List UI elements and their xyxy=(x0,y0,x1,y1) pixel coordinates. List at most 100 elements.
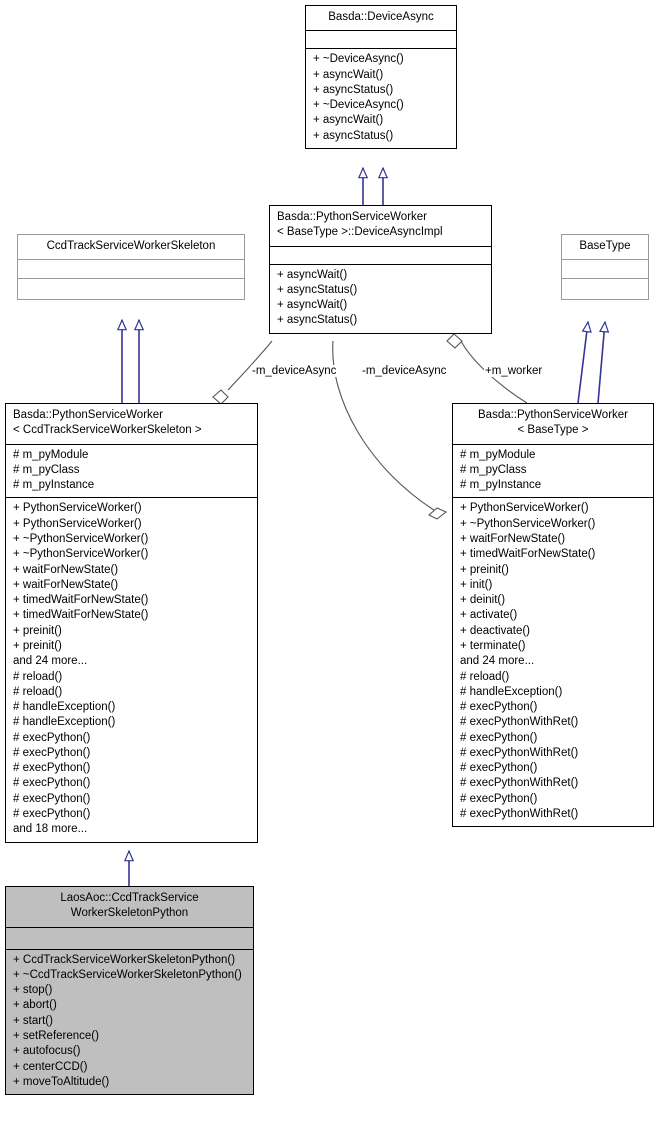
class-operations-psw-ccdtrackserviceworkerskeleton: + PythonServiceWorker() + PythonServiceW… xyxy=(6,498,257,841)
class-attributes-ccdtrackserviceworkerskeleton xyxy=(18,260,244,280)
operation-row: + ~CcdTrackServiceWorkerSkeletonPython() xyxy=(13,968,242,981)
operation-row: + asyncStatus() xyxy=(277,283,358,296)
operation-row: + waitForNewState() xyxy=(13,578,119,591)
operation-row: # execPythonWithRet() xyxy=(460,716,579,729)
operation-row: # reload() xyxy=(13,670,63,683)
class-name-psw-basetype: Basda::PythonServiceWorker < BaseType > xyxy=(453,404,653,445)
operation-row: # execPython() xyxy=(13,777,91,790)
operation-row: + timedWaitForNewState() xyxy=(13,594,149,607)
operation-row: + asyncWait() xyxy=(313,114,384,127)
class-box-ccdtrackserviceworkerskeleton[interactable]: CcdTrackServiceWorkerSkeleton xyxy=(17,234,245,301)
operation-row: # execPython() xyxy=(13,731,91,744)
operation-row: + stop() xyxy=(13,984,53,997)
operation-row: + asyncStatus() xyxy=(313,129,394,142)
class-attributes-deviceasyncimpl xyxy=(270,247,491,265)
operation-row: + preinit() xyxy=(460,563,509,576)
operation-row: # execPython() xyxy=(460,762,538,775)
attribute-row: # m_pyInstance xyxy=(460,479,542,492)
operation-row: + preinit() xyxy=(13,624,62,637)
operation-row: + ~PythonServiceWorker() xyxy=(460,517,596,530)
operation-row: # execPythonWithRet() xyxy=(460,777,579,790)
attribute-row: # m_pyInstance xyxy=(13,479,95,492)
class-attributes-basetype xyxy=(562,260,648,280)
operation-row: + PythonServiceWorker() xyxy=(460,502,589,515)
class-operations-laosaoc-ccdtrackserviceworkerskeletonpython: + CcdTrackServiceWorkerSkeletonPython() … xyxy=(6,950,253,1095)
operation-row: + abort() xyxy=(13,999,57,1012)
class-box-deviceasyncimpl[interactable]: Basda::PythonServiceWorker < BaseType >:… xyxy=(269,205,492,334)
uml-class-diagram: Basda::DeviceAsync + ~DeviceAsync() + as… xyxy=(0,0,659,1127)
operation-row: # handleException() xyxy=(460,685,563,698)
class-attributes-psw-basetype: # m_pyModule # m_pyClass # m_pyInstance xyxy=(453,445,653,499)
operation-row: + centerCCD() xyxy=(13,1060,88,1073)
attribute-row: # m_pyModule xyxy=(13,448,89,461)
operation-row: + PythonServiceWorker() xyxy=(13,502,142,515)
operation-row: and 24 more... xyxy=(460,655,535,668)
class-operations-psw-basetype: + PythonServiceWorker() + ~PythonService… xyxy=(453,498,653,826)
class-box-basda-deviceasync[interactable]: Basda::DeviceAsync + ~DeviceAsync() + as… xyxy=(305,5,457,149)
class-box-psw-ccdtrackserviceworkerskeleton[interactable]: Basda::PythonServiceWorker < CcdTrackSer… xyxy=(5,403,258,843)
operation-row: + ~DeviceAsync() xyxy=(313,53,404,66)
class-name-psw-ccdtrackserviceworkerskeleton: Basda::PythonServiceWorker < CcdTrackSer… xyxy=(6,404,257,445)
attribute-row: # m_pyClass xyxy=(13,463,80,476)
operation-row: + asyncStatus() xyxy=(277,314,358,327)
operation-row: # handleException() xyxy=(13,716,116,729)
operation-row: + asyncWait() xyxy=(277,268,348,281)
class-box-laosaoc-ccdtrackserviceworkerskeletonpython[interactable]: LaosAoc::CcdTrackService WorkerSkeletonP… xyxy=(5,886,254,1096)
class-name-deviceasyncimpl: Basda::PythonServiceWorker < BaseType >:… xyxy=(270,206,491,247)
class-box-psw-basetype[interactable]: Basda::PythonServiceWorker < BaseType > … xyxy=(452,403,654,828)
edge-label-m-deviceasync-left: -m_deviceAsync xyxy=(251,365,338,377)
generalization-pswbase-to-basetype xyxy=(577,322,605,404)
operation-row: # execPython() xyxy=(460,701,538,714)
class-name-laosaoc-ccdtrackserviceworkerskeletonpython: LaosAoc::CcdTrackService WorkerSkeletonP… xyxy=(6,887,253,928)
generalization-pswccd-to-skeleton xyxy=(122,320,139,403)
operation-row: # execPythonWithRet() xyxy=(460,808,579,821)
operation-row: + waitForNewState() xyxy=(13,563,119,576)
operation-row: # execPython() xyxy=(13,792,91,805)
class-box-basetype[interactable]: BaseType xyxy=(561,234,649,301)
operation-row: + start() xyxy=(13,1014,53,1027)
class-operations-ccdtrackserviceworkerskeleton xyxy=(18,279,244,299)
operation-row: # execPython() xyxy=(13,762,91,775)
generalization-impl-to-deviceasync xyxy=(363,168,383,205)
operation-row: # reload() xyxy=(13,685,63,698)
operation-row: + init() xyxy=(460,578,493,591)
class-name-basetype: BaseType xyxy=(562,235,648,261)
class-name-ccdtrackserviceworkerskeleton: CcdTrackServiceWorkerSkeleton xyxy=(18,235,244,261)
class-attributes-basda-deviceasync xyxy=(306,31,456,50)
operation-row: and 24 more... xyxy=(13,655,88,668)
operation-row: + activate() xyxy=(460,609,518,622)
class-operations-deviceasyncimpl: + asyncWait() + asyncStatus() + asyncWai… xyxy=(270,265,491,333)
class-attributes-laosaoc-ccdtrackserviceworkerskeletonpython xyxy=(6,928,253,950)
class-attributes-psw-ccdtrackserviceworkerskeleton: # m_pyModule # m_pyClass # m_pyInstance xyxy=(6,445,257,499)
operation-row: and 18 more... xyxy=(13,823,88,836)
class-operations-basda-deviceasync: + ~DeviceAsync() + asyncWait() + asyncSt… xyxy=(306,49,456,148)
operation-row: # execPython() xyxy=(13,746,91,759)
operation-row: + moveToAltitude() xyxy=(13,1075,110,1088)
operation-row: + PythonServiceWorker() xyxy=(13,517,142,530)
operation-row: + ~PythonServiceWorker() xyxy=(13,548,149,561)
operation-row: + timedWaitForNewState() xyxy=(460,548,596,561)
edge-label-m-worker: +m_worker xyxy=(484,365,544,377)
class-operations-basetype xyxy=(562,279,648,299)
operation-row: + timedWaitForNewState() xyxy=(13,609,149,622)
operation-row: + ~PythonServiceWorker() xyxy=(13,532,149,545)
operation-row: + asyncStatus() xyxy=(313,83,394,96)
operation-row: # reload() xyxy=(460,670,510,683)
operation-row: + deinit() xyxy=(460,594,506,607)
operation-row: # execPython() xyxy=(460,731,538,744)
operation-row: # execPython() xyxy=(13,808,91,821)
operation-row: + preinit() xyxy=(13,639,62,652)
operation-row: + asyncWait() xyxy=(313,68,384,81)
operation-row: # handleException() xyxy=(13,701,116,714)
operation-row: # execPythonWithRet() xyxy=(460,746,579,759)
operation-row: + setReference() xyxy=(13,1029,99,1042)
operation-row: + autofocus() xyxy=(13,1045,81,1058)
attribute-row: # m_pyModule xyxy=(460,448,536,461)
operation-row: # execPython() xyxy=(460,792,538,805)
operation-row: + asyncWait() xyxy=(277,299,348,312)
attribute-row: # m_pyClass xyxy=(460,463,527,476)
operation-row: + ~DeviceAsync() xyxy=(313,99,404,112)
operation-row: + terminate() xyxy=(460,639,526,652)
operation-row: + deactivate() xyxy=(460,624,530,637)
edge-label-m-deviceasync-mid: -m_deviceAsync xyxy=(361,365,448,377)
